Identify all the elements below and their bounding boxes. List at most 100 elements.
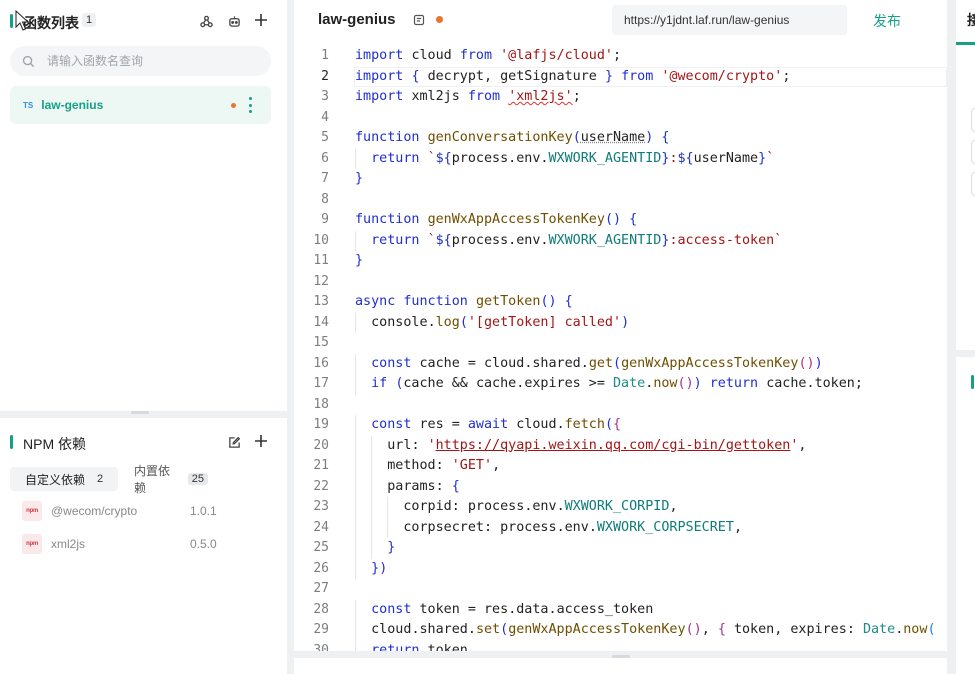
code-line[interactable]: 19 const res = await cloud.fetch({: [294, 415, 947, 436]
code-line[interactable]: 2 import { decrypt, getSignature } from '…: [294, 66, 947, 88]
add-dependency-button[interactable]: [253, 433, 269, 449]
code-line[interactable]: 9 function genWxAppAccessTokenKey() {: [294, 210, 947, 231]
code-line[interactable]: 28 const token = res.data.access_token: [294, 599, 947, 620]
code-line[interactable]: 5 function genConversationKey(userName) {: [294, 128, 947, 149]
right-panel-tab-underline: [956, 42, 975, 45]
webhook-icon[interactable]: [198, 13, 214, 29]
code-text: if (cache && cache.expires >= Date.now()…: [371, 376, 863, 391]
code-line[interactable]: 20 url: 'https://qyapi.weixin.qq.com/cgi…: [294, 435, 947, 456]
line-number: 1: [321, 48, 329, 63]
code-line[interactable]: 29 cloud.shared.set(genWxAppAccessTokenK…: [294, 620, 947, 641]
dependency-name: @wecom/crypto: [51, 504, 138, 518]
line-number: 28: [313, 601, 329, 617]
code-line[interactable]: 25 }: [294, 538, 947, 559]
code-line[interactable]: 15: [294, 333, 947, 354]
dependency-row[interactable]: npm xml2js 0.5.0: [22, 533, 272, 555]
code-line[interactable]: 26 }): [294, 558, 947, 579]
code-line[interactable]: 1 import cloud from '@lafjs/cloud';: [294, 46, 947, 67]
right-panel-field[interactable]: [971, 108, 975, 132]
function-list-title: 函数列表: [23, 15, 79, 31]
dependency-name: xml2js: [51, 537, 86, 551]
code-line[interactable]: 18: [294, 395, 947, 416]
function-search-input[interactable]: [47, 54, 247, 68]
code-editor-panel: law-genius https://y1jdnt.laf.run/law-ge…: [294, 0, 947, 651]
robot-icon[interactable]: [226, 13, 242, 29]
line-number: 3: [321, 89, 329, 104]
unsaved-indicator: [436, 16, 443, 23]
right-panel-field[interactable]: [971, 172, 975, 196]
code-line[interactable]: 12: [294, 272, 947, 293]
code-line[interactable]: 22 params: {: [294, 476, 947, 497]
tab-builtin-dependencies[interactable]: 内置依赖 25: [126, 464, 216, 495]
line-number: 25: [313, 540, 329, 555]
code-line[interactable]: 4: [294, 108, 947, 129]
code-line[interactable]: 13 async function getToken() {: [294, 292, 947, 313]
line-number: 11: [313, 253, 329, 268]
code-text: }: [355, 171, 364, 186]
code-text: }): [371, 560, 388, 576]
code-text: async function getToken() {: [355, 294, 573, 309]
line-number: 15: [313, 335, 329, 350]
line-number: 29: [313, 622, 329, 637]
code-line[interactable]: 7}: [294, 169, 947, 190]
right-panel-field[interactable]: [971, 140, 975, 164]
tab-custom-dependencies[interactable]: 自定义依赖 2: [10, 467, 118, 491]
editor-header: law-genius https://y1jdnt.laf.run/law-ge…: [294, 0, 947, 42]
function-list-item[interactable]: TS law-genius: [10, 86, 271, 124]
function-list-header: 函数列表 1: [0, 0, 287, 42]
function-count-badge: 1: [82, 13, 97, 27]
function-name: law-genius: [41, 98, 104, 112]
code-text: return token: [371, 642, 468, 652]
code-text: }: [387, 540, 396, 555]
code-line[interactable]: 14 console.log('[getToken] called'): [294, 312, 947, 333]
code-line[interactable]: 10 return `${process.env.WXWORK_AGENTID}…: [294, 230, 947, 251]
line-number: 9: [321, 212, 329, 227]
code-text: const token = res.data.access_token: [371, 601, 654, 617]
code-text: import xml2js from 'xml2js';: [355, 89, 581, 104]
line-number: 16: [313, 355, 329, 371]
npm-icon: npm: [22, 501, 42, 521]
code-text: }: [355, 253, 364, 268]
code-text: function genConversationKey(userName) {: [355, 130, 670, 145]
code-line[interactable]: 8: [294, 190, 947, 211]
line-number: 12: [313, 273, 329, 289]
code-text: const res = await cloud.fetch({: [371, 417, 622, 432]
edit-icon[interactable]: [226, 434, 242, 450]
code-text: function genWxAppAccessTokenKey() {: [355, 212, 638, 227]
code-text: corpid: process.env.WXWORK_CORPID,: [403, 499, 678, 514]
line-number: 23: [313, 499, 329, 514]
code-line[interactable]: 11}: [294, 251, 947, 272]
function-search-box[interactable]: [10, 46, 271, 76]
code-line[interactable]: 16 const cache = cloud.shared.get(genWxA…: [294, 353, 947, 374]
right-panel: 接: [956, 0, 975, 350]
line-number: 21: [313, 458, 329, 473]
code-line[interactable]: 27: [294, 579, 947, 600]
tab-count: 25: [187, 473, 208, 485]
add-function-button[interactable]: [253, 12, 269, 28]
code-line[interactable]: 3 import xml2js from 'xml2js';: [294, 87, 947, 108]
more-options-icon[interactable]: [246, 97, 254, 113]
section-accent-bar: [971, 375, 974, 389]
code-text: const cache = cloud.shared.get(genWxAppA…: [371, 355, 823, 371]
line-number: 10: [313, 232, 329, 248]
code-line[interactable]: 17 if (cache && cache.expires >= Date.no…: [294, 374, 947, 395]
line-number: 5: [321, 130, 329, 145]
code-text: return `${process.env.WXWORK_AGENTID}:ac…: [371, 232, 783, 248]
npm-icon: npm: [22, 534, 42, 554]
dependency-row[interactable]: npm @wecom/crypto 1.0.1: [22, 500, 272, 522]
code-line[interactable]: 21 method: 'GET',: [294, 456, 947, 477]
code-line[interactable]: 24 corpsecret: process.env.WXWORK_CORPSE…: [294, 517, 947, 538]
function-url[interactable]: https://y1jdnt.laf.run/law-genius: [612, 5, 847, 35]
line-number: 26: [313, 560, 329, 576]
right-panel-tab[interactable]: 接: [967, 10, 975, 30]
code-text: return `${process.env.WXWORK_AGENTID}:${…: [371, 150, 775, 166]
code-line[interactable]: 23 corpid: process.env.WXWORK_CORPID,: [294, 497, 947, 518]
code-text: import { decrypt, getSignature } from '@…: [355, 68, 791, 84]
tab-label: 内置依赖: [134, 464, 171, 495]
panel-resize-handle[interactable]: [131, 411, 149, 414]
document-icon[interactable]: [413, 14, 425, 26]
code-line[interactable]: 6 return `${process.env.WXWORK_AGENTID}:…: [294, 148, 947, 169]
publish-button[interactable]: 发布: [873, 11, 901, 31]
right-lower-panel: [956, 357, 975, 674]
code-line[interactable]: 30 return token: [294, 640, 947, 652]
